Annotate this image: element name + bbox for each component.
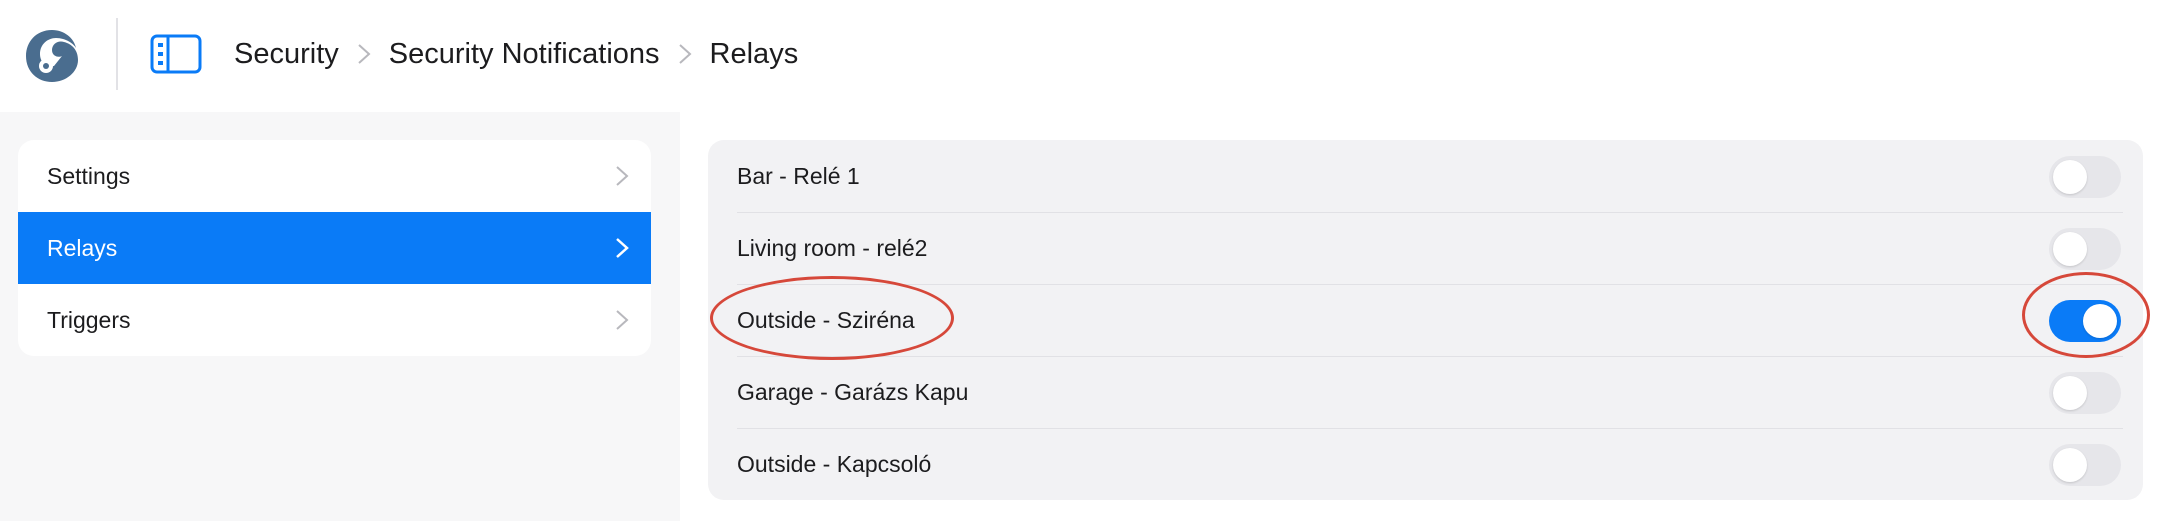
sidebar-item-relays[interactable]: Relays	[18, 212, 651, 284]
relay-row-bar: Bar - Relé 1	[708, 140, 2143, 212]
sidebar-item-triggers[interactable]: Triggers	[18, 284, 651, 356]
sidebar-toggle-icon[interactable]	[150, 34, 202, 74]
relay-toggle[interactable]	[2049, 372, 2121, 414]
relay-label: Bar - Relé 1	[737, 162, 860, 189]
relay-label: Garage - Garázs Kapu	[737, 378, 969, 405]
relay-label: Outside - Kapcsoló	[737, 450, 932, 477]
chevron-right-icon	[358, 44, 371, 64]
relay-row-living-room: Living room - relé2	[708, 212, 2143, 284]
relays-panel: Bar - Relé 1 Living room - relé2 Outside…	[680, 112, 2161, 521]
toggle-knob	[2053, 232, 2087, 266]
chameleon-logo-icon	[26, 30, 78, 82]
breadcrumb-relays: Relays	[709, 37, 799, 70]
breadcrumb-security[interactable]: Security	[234, 38, 339, 71]
toggle-knob	[2053, 160, 2087, 194]
sidebar-item-label: Triggers	[47, 306, 131, 333]
relay-row-outside-switch: Outside - Kapcsoló	[708, 428, 2143, 500]
breadcrumb: Security Security Notifications Relays	[234, 28, 798, 80]
relay-row-outside-sirena: Outside - Sziréna	[708, 284, 2143, 356]
relay-list: Bar - Relé 1 Living room - relé2 Outside…	[708, 140, 2143, 500]
settings-sidebar: Settings Relays Triggers	[0, 112, 680, 521]
relay-toggle[interactable]	[2049, 300, 2121, 342]
settings-menu: Settings Relays Triggers	[18, 140, 651, 356]
relay-toggle[interactable]	[2049, 444, 2121, 486]
top-bar: Security Security Notifications Relays	[0, 0, 2161, 110]
relay-row-garage: Garage - Garázs Kapu	[708, 356, 2143, 428]
chevron-right-icon	[616, 238, 629, 258]
chevron-right-icon	[678, 44, 692, 64]
toggle-knob	[2053, 448, 2087, 482]
toggle-knob	[2083, 304, 2117, 338]
header-divider	[116, 18, 118, 90]
relay-label: Living room - relé2	[737, 234, 928, 261]
chevron-right-icon	[616, 310, 629, 330]
sidebar-item-label: Settings	[47, 162, 131, 189]
breadcrumb-security-notifications[interactable]: Security Notifications	[389, 38, 660, 71]
sidebar-item-label: Relays	[47, 234, 118, 261]
relay-toggle[interactable]	[2049, 228, 2121, 270]
sidebar-item-settings[interactable]: Settings	[18, 140, 651, 212]
chevron-right-icon	[616, 166, 629, 186]
relay-label: Outside - Sziréna	[737, 306, 915, 333]
toggle-knob	[2053, 376, 2087, 410]
relay-toggle[interactable]	[2049, 156, 2121, 198]
